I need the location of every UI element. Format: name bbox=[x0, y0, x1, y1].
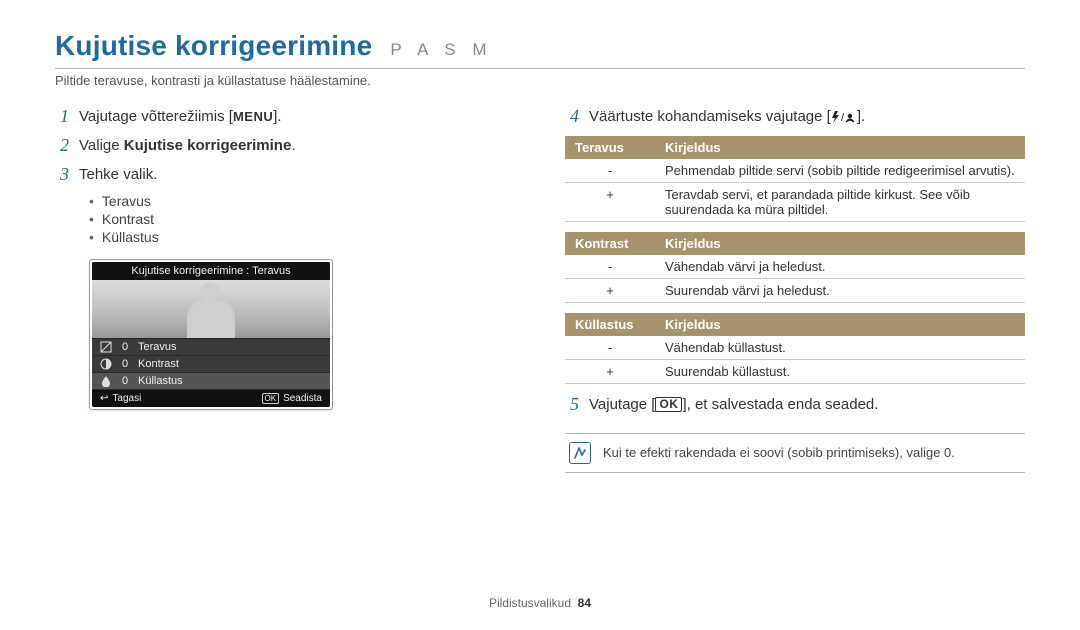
th: Küllastus bbox=[565, 313, 655, 336]
th: Kirjeldus bbox=[655, 313, 1025, 336]
step2-bold: Kujutise korrigeerimine bbox=[124, 137, 292, 154]
lcd-title: Kujutise korrigeerimine : Teravus bbox=[92, 262, 330, 280]
step1-before: Vajutage võtterežiimis [ bbox=[79, 108, 233, 125]
lcd-label: Teravus bbox=[138, 341, 177, 353]
lcd-row-saturation: 0 Küllastus bbox=[92, 373, 330, 390]
list-item: Teravus bbox=[89, 193, 515, 209]
td-key: + bbox=[565, 359, 655, 383]
contrast-icon bbox=[100, 358, 112, 370]
step5-after: ], et salvestada enda seaded. bbox=[682, 396, 878, 413]
table-sharpness: TeravusKirjeldus -Pehmendab piltide serv… bbox=[565, 136, 1025, 222]
lcd-label: Küllastus bbox=[138, 375, 183, 387]
list-item: Kontrast bbox=[89, 211, 515, 227]
th: Teravus bbox=[565, 136, 655, 159]
step-number: 1 bbox=[55, 106, 69, 127]
step-text: Valige Kujutise korrigeerimine. bbox=[79, 135, 515, 156]
table-saturation: KüllastusKirjeldus -Vähendab küllastust.… bbox=[565, 313, 1025, 384]
step-number: 5 bbox=[565, 394, 579, 415]
step4-after: ]. bbox=[857, 108, 865, 125]
table-contrast: KontrastKirjeldus -Vähendab värvi ja hel… bbox=[565, 232, 1025, 303]
lcd-value: 0 bbox=[120, 358, 130, 370]
step4-before: Väärtuste kohandamiseks vajutage [ bbox=[589, 108, 831, 125]
step-text: Vajutage [OK], et salvestada enda seaded… bbox=[589, 394, 1025, 415]
list-item: Küllastus bbox=[89, 229, 515, 245]
title-rule bbox=[55, 68, 1025, 69]
table-row: -Vähendab küllastust. bbox=[565, 336, 1025, 360]
sharpness-icon bbox=[100, 341, 112, 353]
table-row: -Pehmendab piltide servi (sobib piltide … bbox=[565, 159, 1025, 183]
footer-section: Pildistusvalikud bbox=[489, 596, 571, 610]
ok-icon: OK bbox=[262, 393, 280, 404]
saturation-icon bbox=[100, 375, 112, 387]
option-bullets: Teravus Kontrast Küllastus bbox=[89, 193, 515, 245]
table-row: +Teravdab servi, et parandada piltide ki… bbox=[565, 182, 1025, 221]
td-val: Teravdab servi, et parandada piltide kir… bbox=[655, 182, 1025, 221]
page-title: Kujutise korrigeerimine bbox=[55, 30, 372, 62]
lcd-mockup: Kujutise korrigeerimine : Teravus 0 Tera… bbox=[89, 259, 333, 410]
menu-key-icon: MENU bbox=[233, 108, 273, 126]
svg-text:/: / bbox=[841, 112, 845, 124]
th: Kontrast bbox=[565, 232, 655, 255]
td-val: Suurendab küllastust. bbox=[655, 359, 1025, 383]
step1-after: ]. bbox=[273, 108, 281, 125]
info-note: Kui te efekti rakendada ei soovi (sobib … bbox=[565, 433, 1025, 473]
step5-before: Vajutage [ bbox=[589, 396, 655, 413]
step2-before: Valige bbox=[79, 137, 124, 154]
step-text: Vajutage võtterežiimis [MENU]. bbox=[79, 106, 515, 127]
td-val: Pehmendab piltide servi (sobib piltide r… bbox=[655, 159, 1025, 183]
lcd-value: 0 bbox=[120, 341, 130, 353]
step-number: 4 bbox=[565, 106, 579, 127]
step-text: Väärtuste kohandamiseks vajutage [ / ]. bbox=[589, 106, 1025, 128]
lcd-row-contrast: 0 Kontrast bbox=[92, 356, 330, 373]
page-footer: Pildistusvalikud 84 bbox=[0, 596, 1080, 610]
mode-badges: P A S M bbox=[390, 40, 492, 60]
back-icon: ↩ bbox=[100, 393, 108, 404]
table-row: +Suurendab värvi ja heledust. bbox=[565, 278, 1025, 302]
footer-page: 84 bbox=[578, 596, 591, 610]
td-key: - bbox=[565, 336, 655, 360]
ok-key-icon: OK bbox=[655, 397, 682, 412]
lcd-row-sharpness: 0 Teravus bbox=[92, 339, 330, 356]
td-key: - bbox=[565, 159, 655, 183]
step-text: Tehke valik. bbox=[79, 164, 515, 185]
lcd-back: ↩ Tagasi bbox=[100, 393, 141, 404]
lcd-preview bbox=[92, 280, 330, 338]
lcd-set: OK Seadista bbox=[262, 393, 322, 404]
th: Kirjeldus bbox=[655, 232, 1025, 255]
table-row: +Suurendab küllastust. bbox=[565, 359, 1025, 383]
td-val: Vähendab värvi ja heledust. bbox=[655, 255, 1025, 279]
td-val: Vähendab küllastust. bbox=[655, 336, 1025, 360]
page-subtitle: Piltide teravuse, kontrasti ja küllastat… bbox=[55, 73, 1025, 88]
th: Kirjeldus bbox=[655, 136, 1025, 159]
note-text: Kui te efekti rakendada ei soovi (sobib … bbox=[603, 445, 955, 460]
lcd-set-label: Seadista bbox=[283, 393, 322, 404]
td-key: - bbox=[565, 255, 655, 279]
table-row: -Vähendab värvi ja heledust. bbox=[565, 255, 1025, 279]
td-val: Suurendab värvi ja heledust. bbox=[655, 278, 1025, 302]
td-key: + bbox=[565, 182, 655, 221]
step-number: 2 bbox=[55, 135, 69, 156]
step2-after: . bbox=[291, 137, 295, 154]
lcd-label: Kontrast bbox=[138, 358, 179, 370]
lcd-back-label: Tagasi bbox=[112, 393, 141, 404]
silhouette-icon bbox=[181, 280, 241, 338]
flash-macro-icons: / bbox=[831, 107, 857, 128]
td-key: + bbox=[565, 278, 655, 302]
lcd-value: 0 bbox=[120, 375, 130, 387]
info-icon bbox=[569, 442, 591, 464]
step-number: 3 bbox=[55, 164, 69, 185]
